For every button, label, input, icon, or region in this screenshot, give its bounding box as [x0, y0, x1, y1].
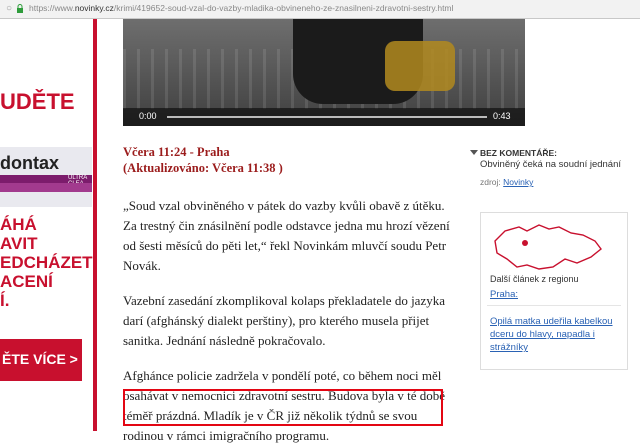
ad-headline: UDĚTE — [0, 89, 75, 114]
region-label: Další článek z regionu — [490, 274, 579, 284]
triangle-down-icon — [470, 150, 478, 155]
sidebar-source: zdroj: Novinky — [480, 177, 630, 187]
source-label: zdroj: — [480, 177, 501, 187]
video-current-time: 0:00 — [139, 111, 157, 121]
sidebar-video-info: BEZ KOMENTÁŘE: Obviněný čeká na soudní j… — [470, 148, 630, 187]
video-controls[interactable]: 0:00 0:43 — [123, 108, 525, 126]
ad-cta-label: ĚTE VÍCE > — [2, 351, 78, 367]
article-date: Včera 11:24 - Praha — [123, 145, 230, 159]
sidebar-headline: Obviněný čeká na soudní jednání — [480, 159, 622, 170]
highlight-box — [123, 389, 443, 426]
divider — [487, 305, 621, 306]
related-article-link[interactable]: Opilá matka udeřila kabelkou dceru do hl… — [490, 315, 620, 354]
ad-line: Í. — [0, 291, 10, 310]
video-player[interactable]: 0:00 0:43 — [123, 19, 525, 126]
video-progress-bar[interactable] — [167, 116, 487, 118]
page-info-icon[interactable]: ○ — [6, 3, 12, 14]
ad-line: ÁHÁ — [0, 215, 37, 234]
region-box: Další článek z regionu Praha: Opilá matk… — [480, 212, 628, 370]
video-total-time: 0:43 — [493, 111, 511, 121]
ad-product-image: dontax ULTRA CLEA — [0, 147, 92, 207]
czech-map-icon — [494, 224, 602, 270]
ad-line: ACENÍ — [0, 272, 53, 291]
article-updated: (Aktualizováno: Včera 11:38 ) — [123, 161, 283, 175]
ad-small-band — [0, 183, 92, 192]
ad-brand: dontax — [0, 153, 60, 173]
article-paragraph: Vazební zasedání zkomplikoval kolaps pře… — [123, 293, 445, 348]
ad-border — [93, 19, 97, 431]
article-paragraph: „Soud vzal obviněného v pátek do vazby k… — [123, 198, 450, 273]
sidebar-label: BEZ KOMENTÁŘE: — [480, 148, 557, 158]
url-text[interactable]: https://www.novinky.cz/krimi/419652-soud… — [29, 3, 453, 13]
ad-line: EDCHÁZET — [0, 253, 93, 272]
advertisement[interactable]: UDĚTE dontax ULTRA CLEA ÁHÁ AVIT EDCHÁZE… — [0, 19, 97, 431]
lock-icon — [17, 4, 23, 13]
ad-cta-button[interactable]: ĚTE VÍCE > — [0, 339, 82, 381]
region-link[interactable]: Praha: — [490, 289, 518, 300]
video-frame-object — [385, 41, 455, 91]
ad-text: ÁHÁ AVIT EDCHÁZET ACENÍ Í. — [0, 215, 93, 310]
address-bar[interactable]: ○ https://www.novinky.cz/krimi/419652-so… — [0, 0, 640, 19]
source-link[interactable]: Novinky — [503, 177, 533, 187]
ad-line: AVIT — [0, 234, 38, 253]
